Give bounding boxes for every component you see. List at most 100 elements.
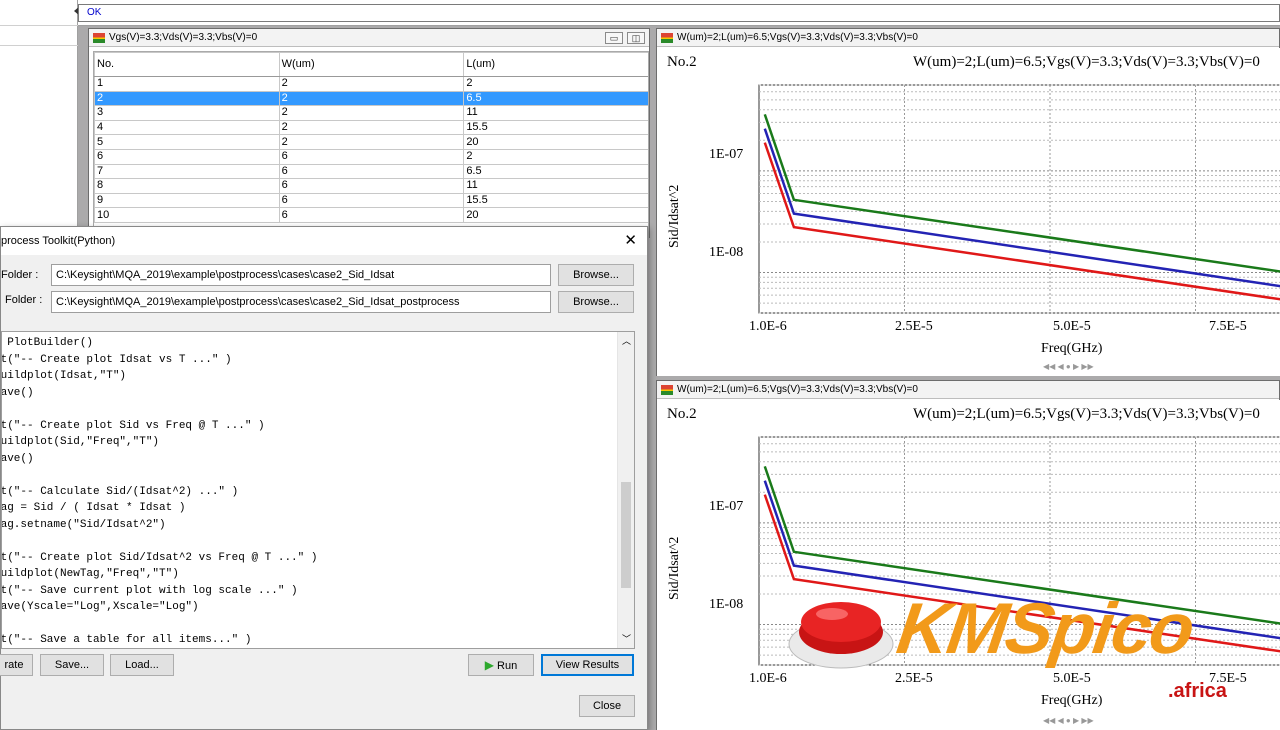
table-row[interactable]: 7 6 6.5 <box>94 163 648 180</box>
output-folder-field[interactable]: C:\Keysight\MQA_2019\example\postprocess… <box>51 291 551 313</box>
table-cell[interactable]: 11 <box>463 178 648 194</box>
red-button-logo <box>788 592 898 672</box>
table-cell[interactable]: 6 <box>278 148 465 165</box>
scroll-up-icon[interactable]: ︿ <box>622 334 631 347</box>
table-cell[interactable]: 10 <box>94 207 280 223</box>
table-cell[interactable]: 2 <box>278 105 465 121</box>
table-cell[interactable]: 2 <box>278 134 465 150</box>
browse-input-button[interactable]: Browse... <box>558 264 634 286</box>
column-header[interactable]: W(um) <box>278 52 465 77</box>
code-line: nt("-- Create plot Idsat vs T ..." ) <box>1 353 232 366</box>
table-cell[interactable]: 2 <box>278 119 465 136</box>
window-icon <box>93 33 105 43</box>
plot-window-title: W(um)=2;L(um)=6.5;Vgs(V)=3.3;Vds(V)=3.3;… <box>677 384 918 395</box>
code-line: Tag = Sid / ( Idsat * Idsat ) <box>1 502 186 514</box>
page-nav-icon[interactable]: ◀◀ ◀ ● ▶ ▶▶ <box>1043 362 1094 371</box>
table-row[interactable]: 5 2 20 <box>94 134 648 150</box>
script-editor[interactable]: = PlotBuilder() nt("-- Create plot Idsat … <box>1 331 635 649</box>
y-tick-label: 1E-08 <box>709 245 744 260</box>
scroll-thumb[interactable] <box>621 482 631 588</box>
script-text[interactable]: = PlotBuilder() nt("-- Create plot Idsat … <box>1 335 317 648</box>
table-cell[interactable]: 2 <box>278 90 465 107</box>
table-cell[interactable]: 4 <box>94 119 280 136</box>
table-header-row: No. W(um) L(um) <box>94 52 648 77</box>
y-axis-label: Sid/Idsat^2 <box>667 184 682 248</box>
input-folder-field[interactable]: C:\Keysight\MQA_2019\example\postprocess… <box>51 264 551 286</box>
table-cell[interactable]: 2 <box>463 148 648 165</box>
run-button[interactable]: ▶ Run <box>468 654 534 676</box>
x-tick-label: 5.0E-5 <box>1053 319 1091 334</box>
code-line: nt("-- Create plot Sid vs Freq @ T ..." … <box>1 419 265 432</box>
table-window-titlebar[interactable]: Vgs(V)=3.3;Vds(V)=3.3;Vbs(V)=0 ▭ ◫ <box>89 29 649 47</box>
ok-label: OK <box>87 7 102 18</box>
data-table[interactable]: No. W(um) L(um) 1 2 2 2 2 6.5 3 2 11 4 2 15.5 5 2 20 6 6… <box>94 52 648 223</box>
table-cell[interactable]: 6.5 <box>463 90 648 107</box>
column-header[interactable]: L(um) <box>463 52 648 77</box>
output-folder-label: Folder : <box>5 294 43 306</box>
table-cell[interactable]: 1 <box>94 76 280 92</box>
table-cell[interactable]: 8 <box>94 178 280 194</box>
table-cell[interactable]: 6.5 <box>463 163 648 180</box>
table-cell[interactable]: 20 <box>463 207 648 223</box>
table-row[interactable]: 10 6 20 <box>94 207 648 223</box>
restore-icon[interactable]: ◫ <box>627 32 645 44</box>
editor-scrollbar[interactable]: ︿ ﹀ <box>617 332 634 648</box>
table-cell[interactable]: 2 <box>278 76 465 92</box>
table-cell[interactable]: 15.5 <box>463 192 648 209</box>
close-icon[interactable]: ✕ <box>624 227 637 255</box>
watermark-brand: KMSpico <box>892 589 1198 669</box>
minimize-icon[interactable]: ▭ <box>605 32 623 44</box>
table-cell[interactable]: 3 <box>94 105 280 121</box>
table-cell[interactable]: 6 <box>278 207 465 223</box>
scroll-down-icon[interactable]: ﹀ <box>622 632 631 645</box>
table-cell[interactable]: 9 <box>94 192 280 209</box>
column-header[interactable]: No. <box>94 52 280 77</box>
x-tick-label: 2.5E-5 <box>895 671 933 686</box>
table-row[interactable]: 662 <box>94 148 648 165</box>
x-axis-label: Freq(GHz) <box>1041 693 1103 708</box>
dialog-titlebar[interactable]: process Toolkit(Python) ✕ <box>1 227 647 255</box>
table-window[interactable]: Vgs(V)=3.3;Vds(V)=3.3;Vbs(V)=0 ▭ ◫ No. W… <box>88 28 650 239</box>
plot-window-titlebar[interactable]: W(um)=2;L(um)=6.5;Vgs(V)=3.3;Vds(V)=3.3;… <box>657 381 1279 399</box>
plot-window-titlebar[interactable]: W(um)=2;L(um)=6.5;Vgs(V)=3.3;Vds(V)=3.3;… <box>657 29 1279 47</box>
watermark-sub: .africa <box>1168 680 1227 702</box>
table-cell[interactable]: 6 <box>278 163 465 180</box>
window-icon <box>661 385 673 395</box>
table-cell[interactable]: 2 <box>94 90 280 107</box>
browse-output-button[interactable]: Browse... <box>558 291 634 313</box>
table-row[interactable]: 8 6 11 <box>94 178 648 194</box>
code-line: nt("-- Calculate Sid/(Idsat^2) ..." ) <box>1 485 239 498</box>
code-line: = PlotBuilder() <box>1 337 94 349</box>
view-results-button[interactable]: View Results <box>541 654 634 676</box>
table-cell[interactable]: 2 <box>463 76 648 92</box>
table-cell[interactable]: 20 <box>463 134 648 150</box>
table-row[interactable]: 9 6 15.5 <box>94 192 648 209</box>
table-cell[interactable]: 6 <box>278 192 465 209</box>
table-row[interactable]: 122 <box>94 76 648 92</box>
generate-button[interactable]: rate <box>0 654 33 676</box>
code-line: save() <box>1 452 34 465</box>
postprocess-toolkit-dialog[interactable]: process Toolkit(Python) ✕ Folder : C:\Ke… <box>0 226 648 730</box>
table-cell[interactable]: 5 <box>94 134 280 150</box>
table-cell[interactable]: 7 <box>94 163 280 180</box>
left-tree-pane[interactable] <box>0 0 78 230</box>
table-row[interactable]: 2 2 6.5 <box>94 90 648 107</box>
table-row[interactable]: 3 2 11 <box>94 105 648 121</box>
table-cell[interactable]: 6 <box>278 178 465 194</box>
table-cell[interactable]: 11 <box>463 105 648 121</box>
x-tick-label: 5.0E-5 <box>1053 671 1091 686</box>
table-cell[interactable]: 6 <box>94 148 280 165</box>
table-row[interactable]: 4 2 15.5 <box>94 119 648 136</box>
plot-window-bottom[interactable]: W(um)=2;L(um)=6.5;Vgs(V)=3.3;Vds(V)=3.3;… <box>656 380 1280 730</box>
close-button[interactable]: Close <box>579 695 635 717</box>
plot-window-top[interactable]: W(um)=2;L(um)=6.5;Vgs(V)=3.3;Vds(V)=3.3;… <box>656 28 1280 376</box>
x-tick-label: 1.0E-6 <box>749 671 787 686</box>
y-axis-label: Sid/Idsat^2 <box>667 536 682 600</box>
load-button[interactable]: Load... <box>110 654 174 676</box>
page-nav-icon[interactable]: ◀◀ ◀ ● ▶ ▶▶ <box>1043 716 1094 725</box>
save-button[interactable]: Save... <box>40 654 104 676</box>
y-tick-label: 1E-07 <box>709 499 744 514</box>
table-cell[interactable]: 15.5 <box>463 119 648 136</box>
ok-status-field[interactable]: OK <box>78 4 1280 22</box>
